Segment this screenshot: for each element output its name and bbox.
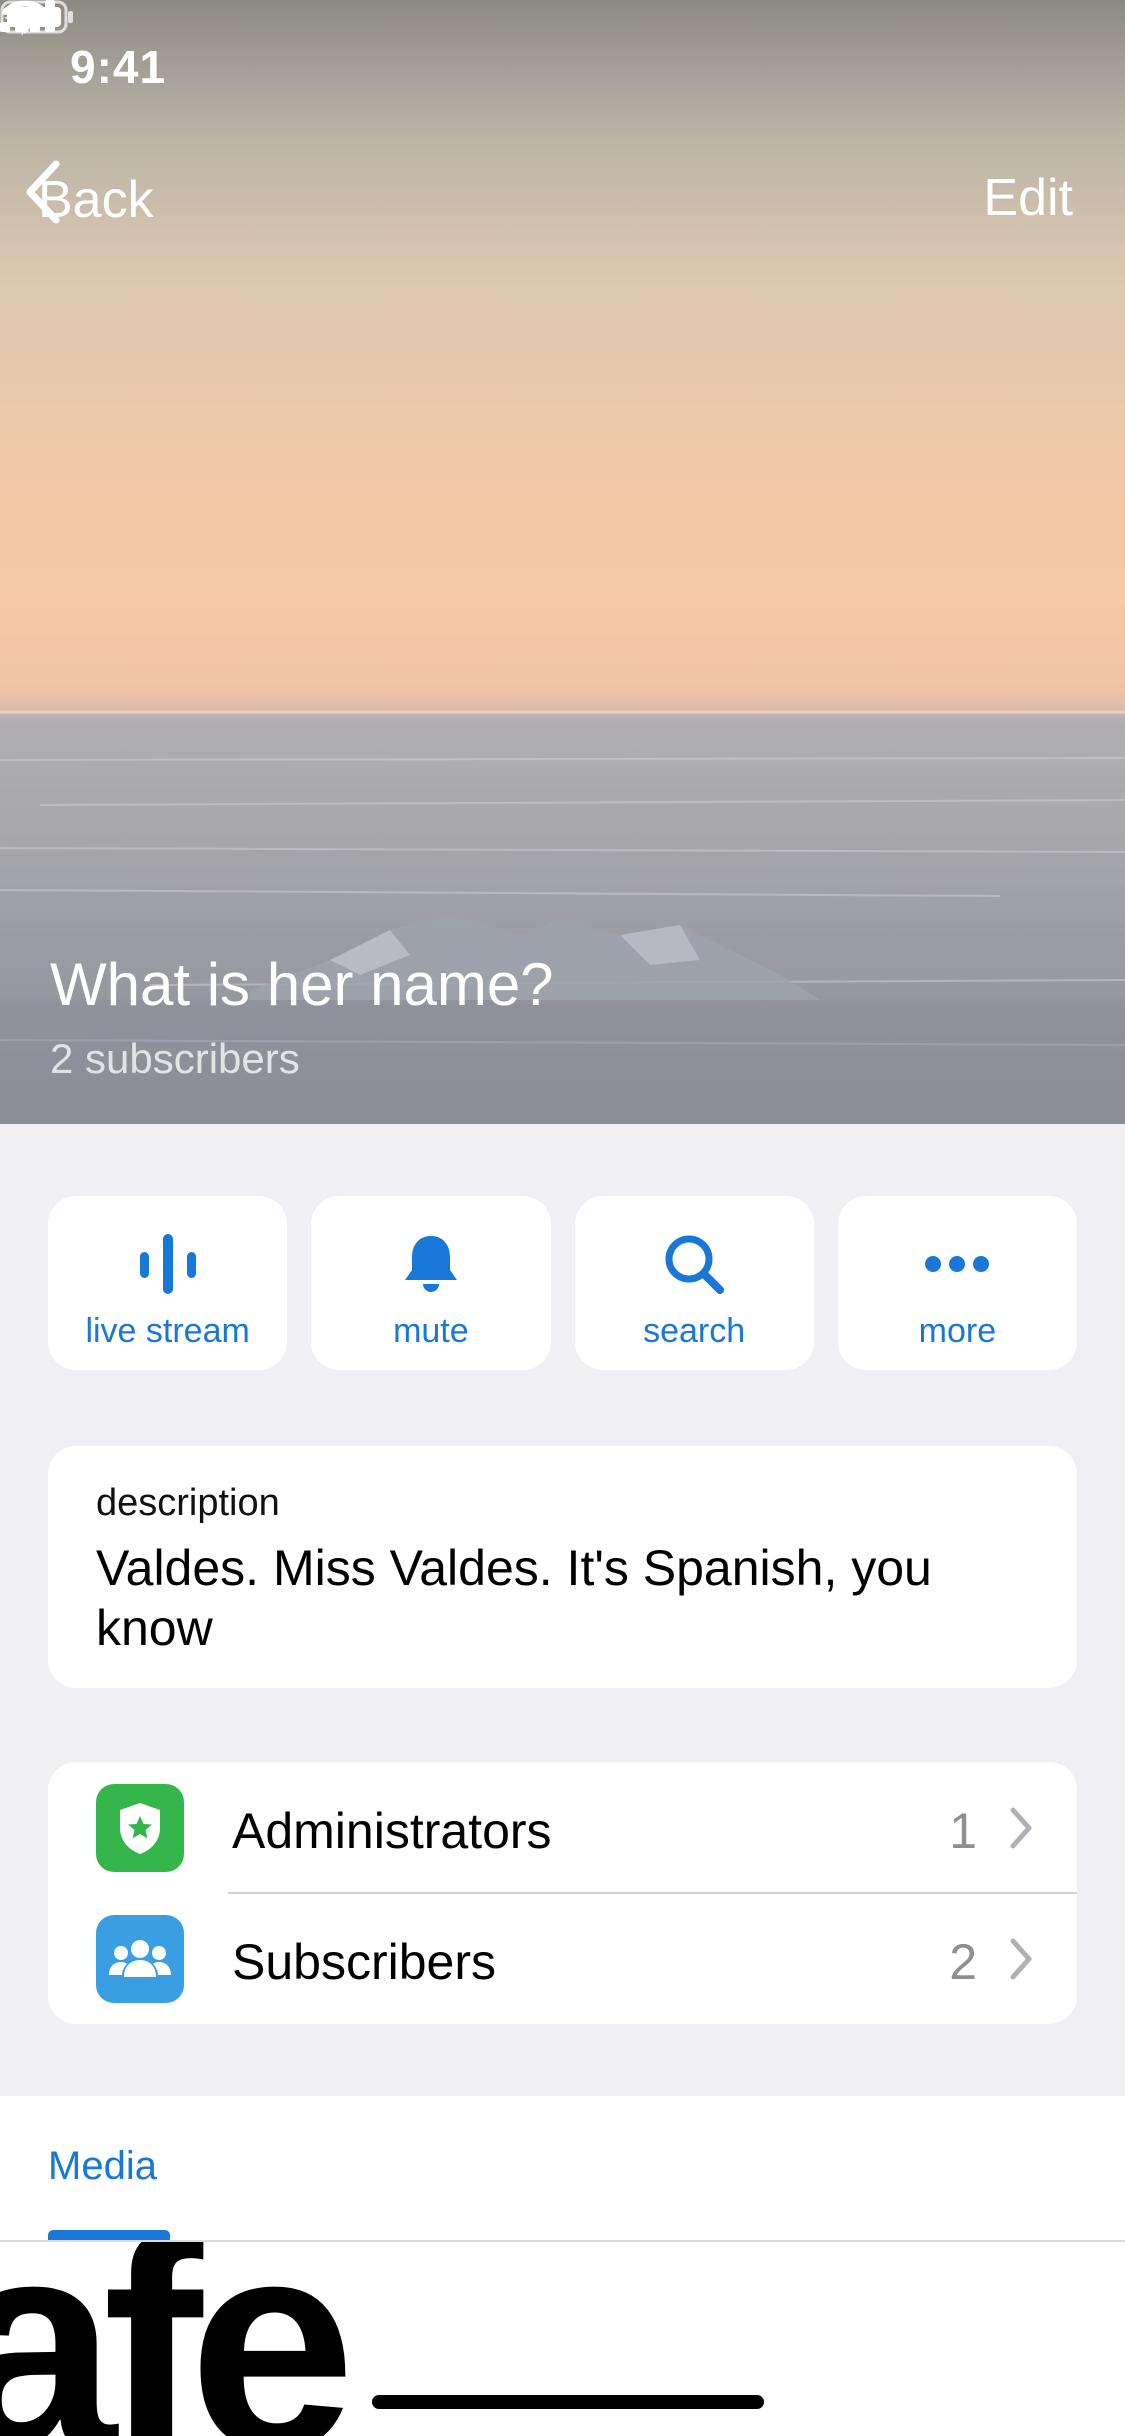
search-icon <box>665 1235 725 1294</box>
description-card[interactable]: description Valdes. Miss Valdes. It's Sp… <box>48 1446 1077 1688</box>
status-time: 9:41 <box>70 41 167 93</box>
subscribers-label: Subscribers <box>232 1934 496 1990</box>
battery-icon <box>0 0 73 34</box>
channel-header-photo: 9:41 Back Edit What is her name? 2 subsc… <box>0 0 1125 1124</box>
description-text: Valdes. Miss Valdes. It's Spanish, you k… <box>96 1540 932 1656</box>
live-stream-button[interactable]: live stream <box>48 1196 288 1370</box>
shared-media-section: Media afe <box>0 2096 1125 2436</box>
search-label: search <box>643 1312 746 1350</box>
live-stream-icon <box>139 1234 196 1294</box>
media-thumbnail-text: afe <box>0 2242 356 2436</box>
bell-icon <box>404 1236 457 1292</box>
status-bar: 9:41 <box>0 0 1125 135</box>
search-button[interactable]: search <box>574 1196 814 1370</box>
subscriber-count: 2 subscribers <box>50 1035 300 1082</box>
back-button[interactable]: Back <box>22 160 154 240</box>
home-indicator[interactable] <box>372 2395 764 2409</box>
more-dots-icon <box>925 1256 990 1272</box>
tab-media[interactable]: Media <box>48 2144 157 2189</box>
more-label: more <box>918 1312 997 1350</box>
mute-button[interactable]: mute <box>311 1196 551 1370</box>
chevron-right-icon <box>1010 1807 1032 1849</box>
edit-button[interactable]: Edit <box>983 168 1073 228</box>
admin-shield-icon <box>96 1784 184 1872</box>
subscribers-row[interactable]: Subscribers 2 <box>48 1893 1077 2024</box>
administrators-count: 1 <box>949 1803 977 1859</box>
mute-label: mute <box>393 1312 469 1350</box>
media-thumbnail[interactable]: afe <box>0 2242 372 2436</box>
chevron-left-icon <box>26 160 60 224</box>
administrators-row[interactable]: Administrators 1 <box>48 1762 1077 1894</box>
description-label: description <box>96 1482 280 1524</box>
administrators-label: Administrators <box>232 1803 552 1859</box>
members-list: Administrators 1 Subscribers 2 <box>48 1762 1077 2024</box>
channel-title: What is her name? <box>50 951 554 1018</box>
subscribers-count: 2 <box>949 1934 977 1990</box>
tab-active-indicator <box>48 2230 170 2240</box>
chevron-right-icon <box>1010 1938 1032 1980</box>
action-buttons: live stream mute search more <box>48 1196 1077 1370</box>
live-stream-label: live stream <box>85 1312 250 1350</box>
more-button[interactable]: more <box>837 1196 1077 1370</box>
people-icon <box>96 1915 184 2003</box>
